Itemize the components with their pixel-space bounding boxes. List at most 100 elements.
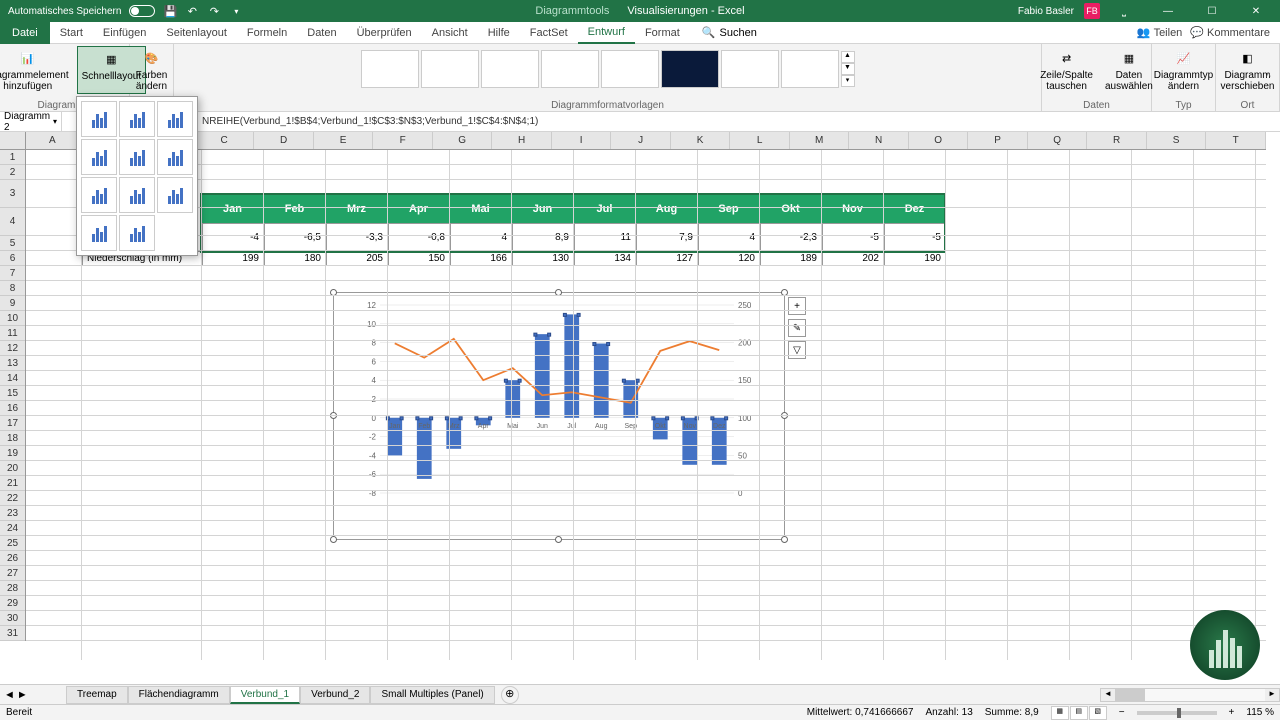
cells-area[interactable]: JanFebMrzAprMaiJunJulAugSepOktNovDez -4-…	[26, 150, 1266, 660]
data-cell[interactable]: -6,5	[264, 223, 326, 251]
sheet-tab-verbund_2[interactable]: Verbund_2	[300, 686, 370, 704]
data-cell[interactable]: 134	[574, 251, 636, 266]
col-header[interactable]: O	[909, 132, 969, 149]
data-cell[interactable]: 166	[450, 251, 512, 266]
sheet-nav-next-icon[interactable]: ►	[17, 689, 28, 701]
sheet-tab-small multiples (panel)[interactable]: Small Multiples (Panel)	[370, 686, 494, 704]
quick-layout-option-8[interactable]	[119, 177, 155, 213]
quick-layout-option-10[interactable]	[81, 215, 117, 251]
chart-plot-area[interactable]: -8-6-4-2024681012050100150200250JanFebMr…	[362, 301, 752, 511]
autosave-toggle[interactable]	[129, 5, 155, 17]
chart-elements-button[interactable]: +	[788, 297, 806, 315]
minimize-button[interactable]: —	[1148, 0, 1188, 22]
redo-icon[interactable]: ↷	[207, 4, 221, 18]
data-cell[interactable]: 180	[264, 251, 326, 266]
row-header[interactable]: 12	[0, 341, 25, 356]
data-cell[interactable]: -0,8	[388, 223, 450, 251]
data-cell[interactable]: 4	[698, 223, 760, 251]
col-header[interactable]: N	[849, 132, 909, 149]
row-header[interactable]: 13	[0, 356, 25, 371]
formula-content[interactable]: NREIHE(Verbund_1!$B$4;Verbund_1!$C$3:$N$…	[62, 116, 1280, 127]
tab-überprüfen[interactable]: Überprüfen	[347, 22, 422, 44]
tab-daten[interactable]: Daten	[297, 22, 346, 44]
row-header[interactable]: 6	[0, 251, 25, 266]
quick-layout-option-4[interactable]	[81, 139, 117, 175]
quick-layout-option-2[interactable]	[119, 101, 155, 137]
month-header[interactable]: Dez	[884, 195, 946, 223]
view-layout-icon[interactable]: ▤	[1070, 706, 1088, 720]
style-thumb-3[interactable]	[481, 50, 539, 88]
data-cell[interactable]: 127	[636, 251, 698, 266]
scroll-left-icon[interactable]: ◄	[1101, 689, 1115, 701]
data-cell[interactable]: 120	[698, 251, 760, 266]
row-header[interactable]: 20	[0, 461, 25, 476]
data-cell[interactable]: -4	[202, 223, 264, 251]
maximize-button[interactable]: ☐	[1192, 0, 1232, 22]
tab-factset[interactable]: FactSet	[520, 22, 578, 44]
col-header[interactable]: Q	[1028, 132, 1088, 149]
row-header[interactable]: 2	[0, 165, 25, 180]
zoom-slider[interactable]	[1137, 711, 1217, 715]
quick-layout-option-1[interactable]	[81, 101, 117, 137]
gallery-down-icon[interactable]: ▼	[841, 63, 855, 75]
data-cell[interactable]: 130	[512, 251, 574, 266]
col-header[interactable]: J	[611, 132, 671, 149]
col-header[interactable]: T	[1206, 132, 1266, 149]
row-header[interactable]: 11	[0, 326, 25, 341]
style-thumb-6[interactable]	[661, 50, 719, 88]
scroll-thumb[interactable]	[1115, 689, 1145, 701]
zoom-value[interactable]: 115 %	[1246, 707, 1274, 718]
row-header[interactable]: 31	[0, 626, 25, 641]
row-header[interactable]: 1	[0, 150, 25, 165]
row-header[interactable]: 4	[0, 208, 25, 236]
add-chart-element-button[interactable]: 📊 Diagrammelement hinzufügen	[0, 46, 73, 94]
data-cell[interactable]: 150	[388, 251, 450, 266]
gallery-more-icon[interactable]: ▾	[841, 75, 855, 87]
sheet-tab-verbund_1[interactable]: Verbund_1	[230, 686, 300, 704]
quick-layout-menu[interactable]	[76, 96, 198, 256]
data-cell[interactable]: 199	[202, 251, 264, 266]
month-header[interactable]: Jul	[574, 195, 636, 223]
row-header[interactable]: 27	[0, 566, 25, 581]
data-cell[interactable]: 205	[326, 251, 388, 266]
share-button[interactable]: 👥Teilen	[1137, 26, 1182, 39]
row-header[interactable]: 22	[0, 491, 25, 506]
row-header[interactable]: 8	[0, 281, 25, 296]
select-data-button[interactable]: ▦ Daten auswählen	[1101, 46, 1157, 94]
collapse-ribbon-icon[interactable]: ^	[1266, 72, 1278, 84]
col-header[interactable]: A	[26, 132, 80, 149]
row-header[interactable]: 17	[0, 416, 25, 431]
scroll-right-icon[interactable]: ►	[1265, 689, 1279, 701]
data-cell[interactable]: 189	[760, 251, 822, 266]
change-chart-type-button[interactable]: 📈 Diagrammtyp ändern	[1150, 46, 1217, 94]
month-header[interactable]: Jun	[512, 195, 574, 223]
col-header[interactable]: F	[373, 132, 433, 149]
sheet-tab-flächendiagramm[interactable]: Flächendiagramm	[128, 686, 230, 704]
row-header[interactable]: 14	[0, 371, 25, 386]
month-header[interactable]: Mai	[450, 195, 512, 223]
data-cell[interactable]: -5	[822, 223, 884, 251]
data-cell[interactable]: -5	[884, 223, 946, 251]
row-header[interactable]: 21	[0, 476, 25, 491]
tab-hilfe[interactable]: Hilfe	[478, 22, 520, 44]
quick-layout-option-3[interactable]	[157, 101, 193, 137]
row-header[interactable]: 29	[0, 596, 25, 611]
col-header[interactable]: M	[790, 132, 850, 149]
style-thumb-7[interactable]	[721, 50, 779, 88]
row-header[interactable]: 26	[0, 551, 25, 566]
col-header[interactable]: R	[1087, 132, 1147, 149]
chart-styles-button[interactable]: ✎	[788, 319, 806, 337]
col-header[interactable]: L	[730, 132, 790, 149]
h-scrollbar[interactable]: ◄ ►	[1100, 688, 1280, 702]
tab-seitenlayout[interactable]: Seitenlayout	[156, 22, 237, 44]
data-cell[interactable]: 8,9	[512, 223, 574, 251]
new-sheet-button[interactable]: ⊕	[501, 686, 519, 704]
switch-rowcol-button[interactable]: ⇄ Zeile/Spalte tauschen	[1036, 46, 1097, 94]
style-thumb-8[interactable]	[781, 50, 839, 88]
zoom-out-icon[interactable]: −	[1119, 707, 1125, 718]
row-header[interactable]: 16	[0, 401, 25, 416]
row-header[interactable]: 30	[0, 611, 25, 626]
change-colors-button[interactable]: 🎨 Farben ändern	[132, 46, 172, 94]
quick-layout-option-11[interactable]	[119, 215, 155, 251]
name-box[interactable]: Diagramm 2▾	[0, 111, 62, 133]
